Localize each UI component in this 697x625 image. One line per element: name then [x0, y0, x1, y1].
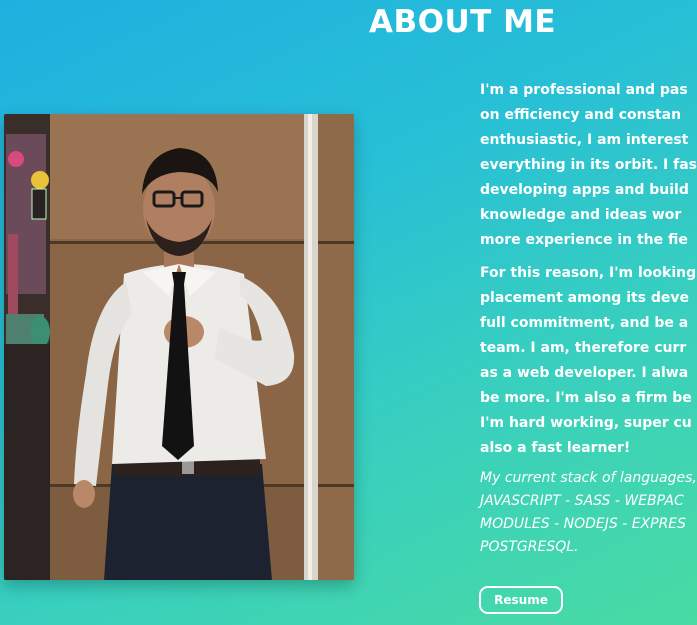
intro-line: knowledge and ideas wor [480, 207, 682, 223]
tech-stack-line: POSTGRESQL. [480, 539, 579, 555]
goals-paragraph: For this reason, I'm looking placement a… [480, 261, 697, 461]
intro-line: I'm a professional and pas [480, 82, 688, 98]
intro-line: more experience in the fie [480, 232, 688, 248]
goals-line: For this reason, I'm looking [480, 265, 697, 281]
about-text: I'm a professional and pas on efficiency… [480, 78, 697, 559]
intro-line: everything in its orbit. I fas [480, 157, 697, 173]
goals-line: full commitment, and be a [480, 315, 689, 331]
intro-paragraph: I'm a professional and pas on efficiency… [480, 78, 697, 253]
tech-stack-line: MODULES - NODEJS - EXPRES [480, 516, 687, 532]
goals-line: placement among its deve [480, 290, 690, 306]
tech-stack-line: My current stack of languages, [480, 470, 697, 486]
intro-line: enthusiastic, I am interest [480, 132, 689, 148]
goals-line: team. I am, therefore curr [480, 340, 687, 356]
section-title: ABOUT ME [369, 4, 557, 40]
goals-line: as a web developer. I alwa [480, 365, 689, 381]
tech-stack-line: JAVASCRIPT - SASS - WEBPAC [480, 493, 684, 509]
tech-stack: My current stack of languages, JAVASCRIP… [480, 467, 697, 559]
resume-button[interactable]: Resume [479, 586, 563, 614]
goals-line: be more. I'm also a firm be [480, 390, 692, 406]
profile-photo [4, 114, 354, 580]
intro-line: developing apps and build [480, 182, 689, 198]
intro-line: on efficiency and constan [480, 107, 682, 123]
goals-line: also a fast learner! [480, 440, 631, 456]
goals-line: I'm hard working, super cu [480, 415, 692, 431]
